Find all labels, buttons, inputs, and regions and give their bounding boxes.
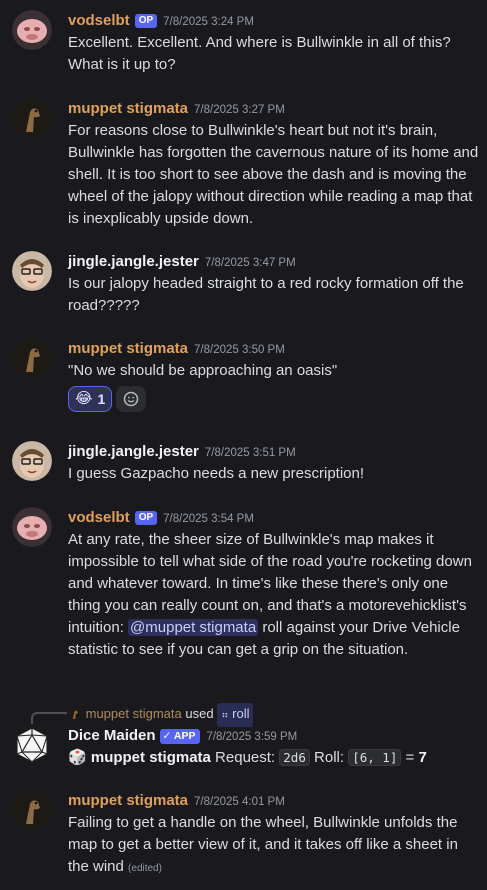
roll-value: [6, 1] bbox=[348, 749, 402, 766]
timestamp: 7/8/2025 3:51 PM bbox=[204, 447, 296, 459]
avatar-jingle-jangle-jester[interactable] bbox=[12, 441, 52, 481]
username[interactable]: muppet stigmata bbox=[68, 340, 188, 357]
avatar-vodselbt[interactable] bbox=[12, 507, 52, 547]
timestamp: 7/8/2025 3:50 PM bbox=[194, 344, 285, 356]
reaction-count: 1 bbox=[97, 391, 106, 407]
add-reaction-icon bbox=[124, 391, 139, 407]
message-text: For reasons close to Bullwinkle's heart … bbox=[68, 122, 479, 227]
command-name: roll bbox=[232, 706, 250, 721]
message-text: I guess Gazpacho needs a new prescriptio… bbox=[68, 465, 365, 482]
message-text: Excellent. Excellent. And where is Bullw… bbox=[68, 34, 451, 73]
avatar-muppet-stigmata[interactable] bbox=[12, 790, 52, 830]
avatar-muppet-stigmata[interactable] bbox=[12, 98, 52, 138]
message-text: At any rate, the sheer size of Bullwinkl… bbox=[68, 529, 479, 661]
username[interactable]: muppet stigmata bbox=[68, 100, 188, 117]
timestamp: 7/8/2025 3:59 PM bbox=[206, 731, 298, 743]
dice-icon: 🎲 bbox=[68, 749, 87, 766]
username[interactable]: jingle.jangle.jester bbox=[68, 253, 199, 270]
avatar-muppet-stigmata[interactable] bbox=[68, 706, 82, 720]
timestamp: 7/8/2025 3:27 PM bbox=[194, 104, 285, 116]
roll-result: 🎲 muppet stigmata Request: 2d6 Roll: [6,… bbox=[68, 747, 479, 769]
timestamp: 7/8/2025 4:01 PM bbox=[194, 796, 285, 808]
reply-connector bbox=[31, 712, 67, 724]
request-label: Request: bbox=[215, 749, 276, 766]
request-value: 2d6 bbox=[279, 749, 310, 766]
user-mention[interactable]: @muppet stigmata bbox=[128, 619, 259, 636]
roll-total: 7 bbox=[418, 749, 427, 766]
command-used-row: muppet stigmata used ⠶ roll bbox=[68, 703, 479, 727]
message-text-part: Failing to get a handle on the wheel, Bu… bbox=[68, 814, 458, 875]
roll-label: Roll: bbox=[314, 749, 345, 766]
avatar-muppet-stigmata[interactable] bbox=[12, 338, 52, 378]
slash-command-chip[interactable]: ⠶ roll bbox=[217, 703, 254, 727]
timestamp: 7/8/2025 3:47 PM bbox=[204, 257, 296, 269]
roll-user: muppet stigmata bbox=[90, 749, 211, 766]
command-user[interactable]: muppet stigmata bbox=[86, 706, 182, 721]
op-badge: OP bbox=[134, 14, 158, 28]
avatar-dice-maiden[interactable] bbox=[12, 725, 52, 765]
timestamp: 7/8/2025 3:24 PM bbox=[163, 16, 254, 28]
used-label: used bbox=[185, 706, 214, 721]
message-text: Is our jalopy headed straight to a red r… bbox=[68, 275, 464, 314]
op-badge: OP bbox=[134, 511, 158, 525]
avatar-vodselbt[interactable] bbox=[12, 10, 52, 50]
verified-check-icon: ✓ bbox=[162, 730, 172, 742]
command-icon: ⠶ bbox=[221, 710, 229, 721]
username[interactable]: vodselbt bbox=[68, 12, 130, 29]
username[interactable]: muppet stigmata bbox=[68, 792, 188, 809]
username[interactable]: Dice Maiden bbox=[68, 727, 156, 744]
avatar-jingle-jangle-jester[interactable] bbox=[12, 251, 52, 291]
message-text: Failing to get a handle on the wheel, Bu… bbox=[68, 812, 479, 880]
username[interactable]: vodselbt bbox=[68, 509, 130, 526]
app-badge: ✓ APP bbox=[159, 729, 201, 744]
laughing-emoji-icon: 😂 bbox=[75, 390, 93, 407]
edited-marker: (edited) bbox=[128, 863, 162, 874]
username[interactable]: jingle.jangle.jester bbox=[68, 443, 199, 460]
reaction-laughing[interactable]: 😂 1 bbox=[68, 386, 113, 412]
timestamp: 7/8/2025 3:54 PM bbox=[163, 513, 254, 525]
add-reaction-button[interactable] bbox=[116, 386, 147, 412]
d20-icon bbox=[16, 727, 48, 763]
message-text: "No we should be approaching an oasis" bbox=[68, 362, 338, 379]
equals-sign: = bbox=[405, 749, 415, 766]
reactions: 😂 1 bbox=[68, 386, 479, 412]
